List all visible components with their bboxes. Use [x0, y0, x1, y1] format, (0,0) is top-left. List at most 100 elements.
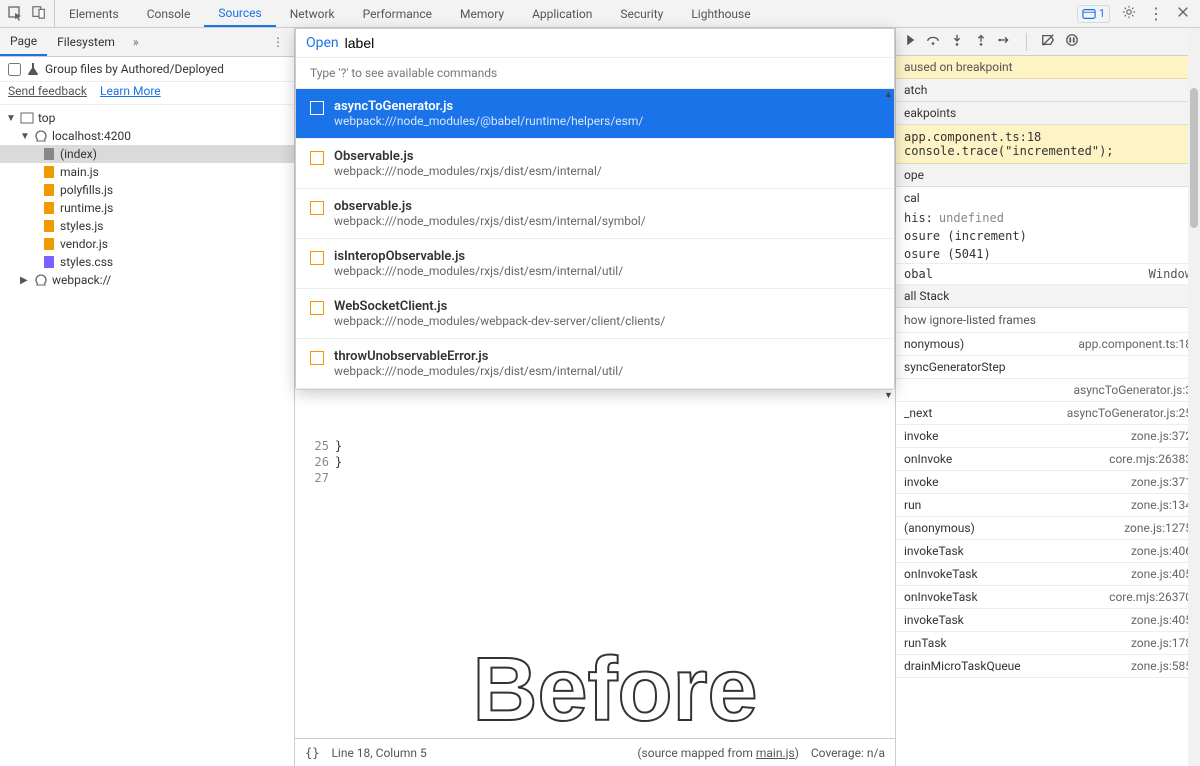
scroll-up-icon[interactable]: ▲ [884, 89, 892, 100]
stack-row[interactable]: runzone.js:134 [896, 494, 1200, 517]
stack-row[interactable]: invokezone.js:372 [896, 425, 1200, 448]
stack-row[interactable]: invokeTaskzone.js:405 [896, 609, 1200, 632]
popup-item-1[interactable]: Observable.jswebpack:///node_modules/rxj… [296, 139, 894, 189]
scope-closure-2[interactable]: osure (5041) [896, 245, 1200, 263]
stack-row[interactable]: asyncToGenerator.js:3 [896, 379, 1200, 402]
devtools-toolbar: Elements Console Sources Network Perform… [0, 0, 1200, 28]
main-layout: Page Filesystem » ⋮ Group files by Autho… [0, 28, 1200, 766]
group-files-checkbox[interactable] [8, 63, 21, 76]
stack-row[interactable]: _nextasyncToGenerator.js:25 [896, 402, 1200, 425]
tree-webpack[interactable]: ▶webpack:// [0, 271, 294, 289]
step-icon[interactable] [998, 33, 1012, 50]
js-file-icon [310, 301, 324, 315]
group-files-label: Group files by Authored/Deployed [45, 62, 224, 76]
tab-elements[interactable]: Elements [55, 0, 133, 27]
popup-item-3[interactable]: isInteropObservable.jswebpack:///node_mo… [296, 239, 894, 289]
watch-header[interactable]: atch [896, 79, 1200, 102]
tab-security[interactable]: Security [606, 0, 677, 27]
scope-local[interactable]: cal [896, 187, 1200, 209]
js-file-icon [310, 151, 324, 165]
send-feedback-link[interactable]: Send feedback [8, 84, 87, 98]
stack-row[interactable]: invokeTaskzone.js:406 [896, 540, 1200, 563]
editor-panel: 25 26 27 } } Before {} Line 18, Column 5… [295, 28, 895, 766]
tab-lighthouse[interactable]: Lighthouse [677, 0, 764, 27]
step-out-icon[interactable] [974, 33, 988, 50]
breakpoint-item[interactable]: app.component.ts:18 console.trace("incre… [896, 125, 1200, 164]
stack-row[interactable]: invokezone.js:371 [896, 471, 1200, 494]
step-into-icon[interactable] [950, 33, 964, 50]
command-input[interactable] [345, 35, 884, 51]
stack-row[interactable]: onInvokeTaskcore.mjs:26370 [896, 586, 1200, 609]
tree-file-main[interactable]: main.js [0, 163, 294, 181]
tree-file-index[interactable]: (index) [0, 145, 294, 163]
tree-top[interactable]: ▼top [0, 109, 294, 127]
js-file-icon [310, 251, 324, 265]
debugger-panel: aused on breakpoint atch eakpoints app.c… [895, 28, 1200, 766]
nav-more-icon[interactable]: » [125, 35, 147, 49]
pause-banner: aused on breakpoint [896, 56, 1200, 79]
debug-toolbar [896, 28, 1200, 56]
issues-badge[interactable]: 1 [1077, 5, 1110, 23]
group-files-row: Group files by Authored/Deployed [0, 57, 294, 82]
status-bar: {} Line 18, Column 5 (source mapped from… [295, 738, 895, 766]
before-watermark: Before [472, 682, 757, 698]
stack-row[interactable]: runTaskzone.js:178 [896, 632, 1200, 655]
top-tabs: Elements Console Sources Network Perform… [55, 0, 1067, 27]
step-over-icon[interactable] [926, 33, 940, 50]
scope-this: his:undefined [896, 209, 1200, 227]
tab-application[interactable]: Application [518, 0, 606, 27]
tree-host[interactable]: ▼localhost:4200 [0, 127, 294, 145]
kebab-icon[interactable]: ⋮ [1148, 4, 1164, 23]
show-ignore-listed[interactable]: how ignore-listed frames [896, 308, 1200, 333]
tab-sources[interactable]: Sources [204, 0, 275, 27]
tree-file-runtime[interactable]: runtime.js [0, 199, 294, 217]
command-hint: Type '?' to see available commands [296, 58, 894, 89]
resume-icon[interactable] [902, 33, 916, 50]
settings-icon[interactable] [1122, 5, 1136, 22]
nav-tab-page[interactable]: Page [0, 28, 47, 56]
scope-global[interactable]: obalWindow [896, 263, 1200, 285]
nav-tab-filesystem[interactable]: Filesystem [47, 28, 125, 56]
pretty-print-icon[interactable]: {} [305, 746, 319, 760]
pause-exceptions-icon[interactable] [1065, 33, 1079, 50]
tab-network[interactable]: Network [276, 0, 349, 27]
popup-item-2[interactable]: observable.jswebpack:///node_modules/rxj… [296, 189, 894, 239]
scope-closure-1[interactable]: osure (increment) [896, 227, 1200, 245]
stack-row[interactable]: nonymous)app.component.ts:18 [896, 333, 1200, 356]
navigator-tabs: Page Filesystem » ⋮ [0, 28, 294, 57]
source-map-file-link[interactable]: main.js [756, 746, 795, 760]
file-tree: ▼top ▼localhost:4200 (index) main.js pol… [0, 105, 294, 293]
learn-more-link[interactable]: Learn More [100, 84, 161, 98]
stack-row[interactable]: drainMicroTaskQueuezone.js:585 [896, 655, 1200, 678]
scroll-down-icon[interactable]: ▼ [884, 390, 892, 401]
tree-file-polyfills[interactable]: polyfills.js [0, 181, 294, 199]
scope-header[interactable]: ope [896, 164, 1200, 187]
deactivate-bp-icon[interactable] [1041, 33, 1055, 50]
popup-item-5[interactable]: throwUnobservableError.jswebpack:///node… [296, 339, 894, 389]
device-icon[interactable] [32, 5, 46, 22]
js-file-icon [310, 201, 324, 215]
tree-file-styles-js[interactable]: styles.js [0, 217, 294, 235]
callstack-header[interactable]: all Stack [896, 285, 1200, 308]
scrollbar-thumb[interactable] [1190, 88, 1198, 228]
nav-kebab-icon[interactable]: ⋮ [262, 35, 294, 49]
right-scrollbar[interactable] [1188, 28, 1200, 766]
breakpoints-header[interactable]: eakpoints [896, 102, 1200, 125]
open-label: Open [306, 35, 339, 51]
popup-item-4[interactable]: WebSocketClient.jswebpack:///node_module… [296, 289, 894, 339]
cursor-position: Line 18, Column 5 [331, 746, 426, 760]
close-icon[interactable] [1176, 5, 1190, 22]
tree-file-vendor[interactable]: vendor.js [0, 235, 294, 253]
tab-console[interactable]: Console [133, 0, 205, 27]
stack-row[interactable]: syncGeneratorStep [896, 356, 1200, 379]
tab-memory[interactable]: Memory [446, 0, 518, 27]
stack-row[interactable]: (anonymous)zone.js:1275 [896, 517, 1200, 540]
tab-performance[interactable]: Performance [349, 0, 446, 27]
inspect-icon[interactable] [8, 6, 24, 22]
toolbar-right: 1 ⋮ [1067, 4, 1200, 23]
popup-scrollbar[interactable]: ▲ ▼ [884, 89, 892, 401]
stack-row[interactable]: onInvokeTaskzone.js:405 [896, 563, 1200, 586]
tree-file-styles-css[interactable]: styles.css [0, 253, 294, 271]
stack-row[interactable]: onInvokecore.mjs:26383 [896, 448, 1200, 471]
popup-item-0[interactable]: asyncToGenerator.jswebpack:///node_modul… [296, 89, 894, 139]
